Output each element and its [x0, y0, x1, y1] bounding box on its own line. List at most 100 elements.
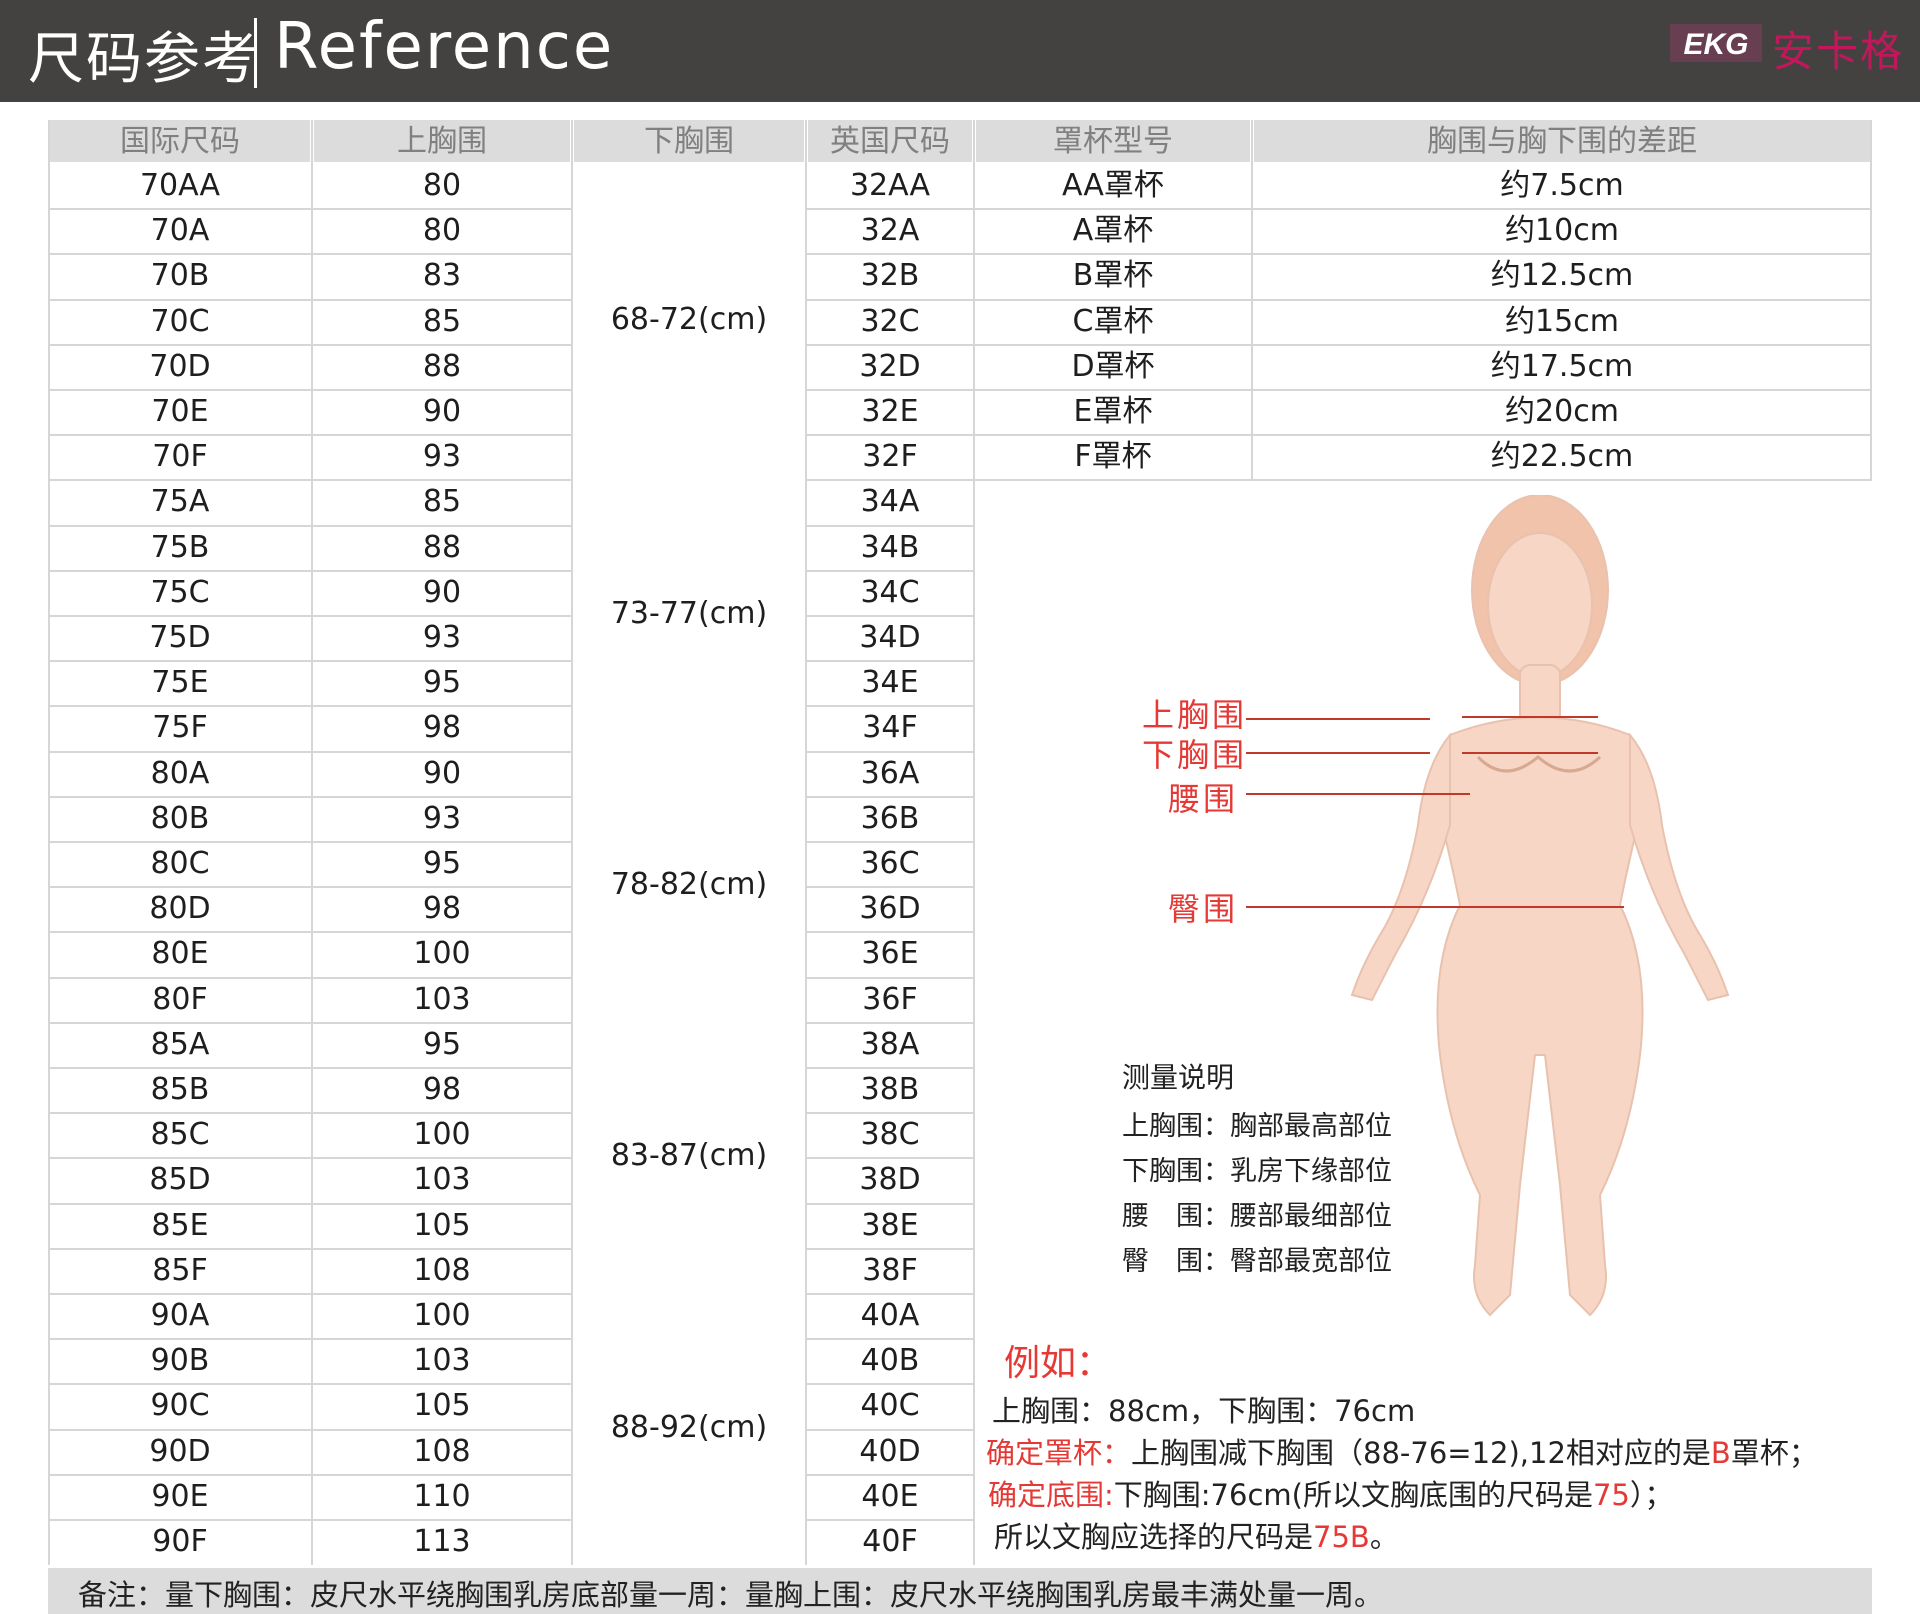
example-line-1: 上胸围：88cm，下胸围：76cm [992, 1394, 1416, 1428]
waist-label: 腰围 [1168, 780, 1239, 818]
table-cell-uk: 38E [861, 1207, 919, 1243]
table-cell-upper: 100 [413, 1298, 471, 1333]
page-title-cn: 尺码参考 [28, 27, 260, 92]
column-divider [311, 120, 313, 1566]
table-cell-intl: 70C [150, 303, 210, 339]
table-cell-upper: 108 [413, 1433, 471, 1469]
table-cell-intl: 80D [149, 891, 211, 927]
table-cell-diff: 约10cm [1505, 213, 1619, 249]
underbust-measure-line [1462, 752, 1598, 754]
table-cell-uk: 40B [860, 1343, 920, 1379]
example-line-4: 所以文胸应选择的尺码是75B。 [994, 1520, 1399, 1554]
underbust-leader-line [1246, 752, 1430, 754]
column-header: 胸围与胸下围的差距 [1254, 120, 1870, 162]
waist-leader-line [1246, 793, 1470, 795]
table-cell-upper: 95 [422, 1026, 462, 1062]
table-cell-cup: F罩杯 [1074, 439, 1152, 475]
table-cell-intl: 90C [150, 1388, 210, 1424]
table-cell-intl: 90F [152, 1524, 208, 1559]
example-title: 例如： [1004, 1343, 1113, 1384]
table-cell-upper: 95 [422, 846, 462, 881]
title-divider [254, 18, 257, 88]
measurement-note: 腰 围：腰部最细部位 [1122, 1201, 1392, 1232]
table-cell-uk: 38D [859, 1162, 921, 1198]
table-cell-intl: 75D [149, 620, 211, 655]
column-header: 英国尺码 [808, 120, 972, 162]
table-cell-upper: 80 [422, 213, 462, 249]
table-cell-uk: 40C [860, 1388, 920, 1424]
table-cell-upper: 95 [422, 665, 462, 701]
table-cell-uk: 40A [860, 1298, 920, 1333]
table-cell-cup: E罩杯 [1073, 394, 1153, 429]
table-cell-diff: 约17.5cm [1490, 348, 1634, 384]
table-cell-intl: 70B [150, 258, 210, 294]
table-cell-uk: 38B [860, 1072, 920, 1107]
table-cell-intl: 80E [151, 936, 209, 972]
table-cell-intl: 90B [150, 1343, 210, 1379]
measurement-title: 测量说明 [1122, 1061, 1235, 1094]
table-cell-uk: 40D [859, 1433, 921, 1469]
underbust-range: 78-82(cm) [610, 867, 768, 903]
table-cell-intl: 85C [150, 1117, 210, 1153]
underbust-range: 88-92(cm) [610, 1409, 768, 1445]
table-cell-upper: 90 [422, 755, 462, 791]
table-cell-uk: 36C [860, 846, 920, 881]
table-cell-cup: A罩杯 [1072, 213, 1154, 249]
measurement-note: 臀 围：臀部最宽部位 [1122, 1246, 1392, 1277]
table-cell-uk: 36A [860, 755, 920, 791]
table-cell-cup: B罩杯 [1072, 258, 1154, 294]
table-cell-uk: 36B [860, 800, 920, 836]
column-header: 上胸围 [314, 120, 570, 162]
table-cell-intl: 70AA [139, 168, 221, 203]
table-cell-upper: 103 [413, 981, 471, 1017]
column-divider [571, 120, 573, 1566]
table-cell-intl: 85F [152, 1252, 208, 1288]
column-header: 下胸围 [574, 120, 804, 162]
table-cell-intl: 85D [149, 1162, 211, 1198]
underbust-range: 73-77(cm) [610, 596, 768, 631]
table-cell-intl: 75A [150, 484, 210, 520]
table-cell-upper: 98 [422, 1072, 462, 1107]
table-cell-uk: 38F [862, 1252, 918, 1288]
table-cell-uk: 38C [860, 1117, 920, 1153]
table-cell-uk: 40E [861, 1478, 919, 1514]
column-divider [805, 120, 807, 1566]
table-cell-upper: 113 [413, 1524, 471, 1559]
table-cell-diff: 约20cm [1505, 394, 1619, 429]
bust-leader-line [1246, 718, 1430, 720]
table-cell-intl: 80C [150, 846, 210, 881]
table-cell-upper: 103 [413, 1162, 471, 1198]
table-cell-intl: 85B [150, 1072, 210, 1107]
table-cell-uk: 34A [860, 484, 920, 520]
hip-label: 臀围 [1168, 890, 1239, 928]
table-cell-upper: 85 [422, 484, 462, 520]
table-cell-cup: D罩杯 [1071, 348, 1155, 384]
column-header: 罩杯型号 [976, 120, 1250, 162]
table-cell-intl: 75F [152, 710, 208, 746]
table-cell-upper: 105 [413, 1388, 471, 1424]
table-cell-diff: 约7.5cm [1500, 168, 1624, 203]
table-cell-upper: 93 [422, 800, 462, 836]
table-cell-uk: 32D [859, 348, 921, 384]
measurement-note: 下胸围：乳房下缘部位 [1122, 1156, 1392, 1187]
table-cell-upper: 90 [422, 394, 462, 429]
table-cell-upper: 93 [422, 439, 462, 475]
table-cell-diff: 约12.5cm [1490, 258, 1634, 294]
table-cell-upper: 80 [422, 168, 462, 203]
table-cell-upper: 88 [422, 348, 462, 384]
table-cell-uk: 34C [860, 574, 920, 610]
table-cell-intl: 80B [150, 800, 210, 836]
table-cell-cup: AA罩杯 [1062, 168, 1164, 203]
table-cell-upper: 100 [413, 936, 471, 972]
column-divider [48, 120, 50, 1566]
underbust-label: 下胸围 [1142, 736, 1248, 774]
table-cell-intl: 70A [150, 213, 210, 249]
table-cell-uk: 32E [861, 394, 919, 429]
table-cell-uk: 36D [859, 891, 921, 927]
table-cell-intl: 85A [150, 1026, 210, 1062]
table-cell-upper: 105 [413, 1207, 471, 1243]
table-cell-upper: 100 [413, 1117, 471, 1153]
table-cell-uk: 32C [860, 303, 920, 339]
table-cell-uk: 36F [862, 981, 918, 1017]
measurement-note: 上胸围：胸部最高部位 [1122, 1111, 1392, 1142]
